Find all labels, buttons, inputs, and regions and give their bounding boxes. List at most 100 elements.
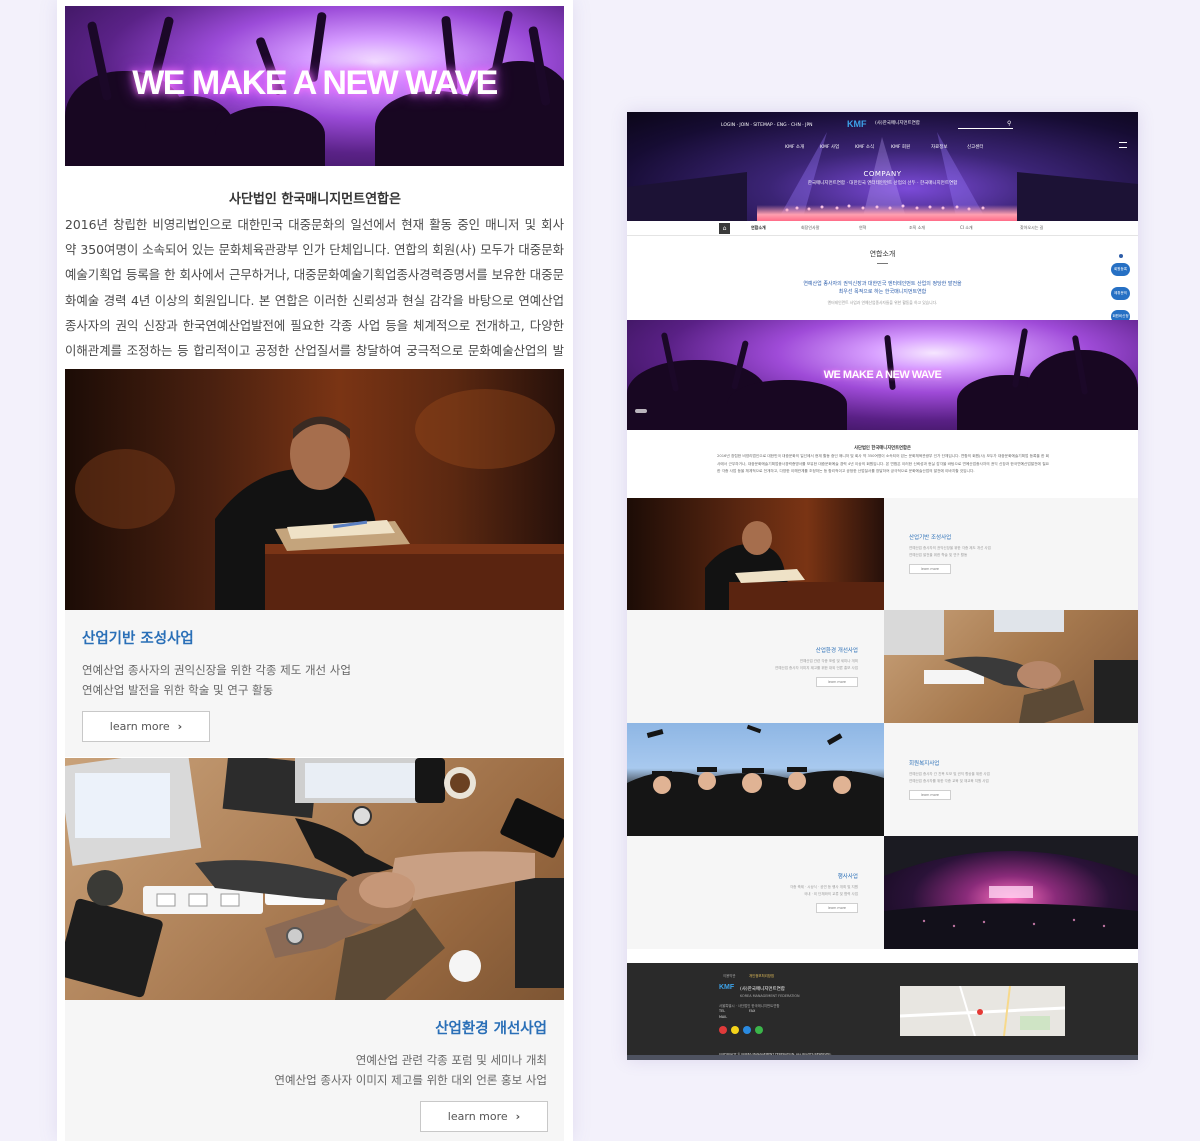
card-line-2: 연예산업 종사자를 위한 각종 교육 및 재교육 지원 사업 — [909, 779, 989, 783]
lecture-photo — [65, 369, 564, 610]
mobile-preview: WE MAKE A NEW WAVE 사단법인 한국매니지먼트연합은 2016년… — [57, 0, 573, 1141]
footer-logo-subtext: KOREA MANAGEMENT FEDERATION — [740, 994, 800, 998]
card-title: 행사사업 — [837, 874, 858, 880]
teamwork-hands-photo — [884, 610, 1138, 723]
slogan-line-1: 연예산업 종사자의 권익신장과 대한민국 엔터테인먼트 산업의 정당한 발전을 — [803, 281, 962, 287]
subnav-location[interactable]: 찾아오시는 길 — [1020, 225, 1043, 231]
learn-more-label: learn more — [109, 720, 170, 733]
subnav-about[interactable]: 연합소개 — [751, 225, 766, 231]
footer-terms-link[interactable]: 이용약관 — [723, 973, 735, 978]
card-line-1: 연예산업 종사자의 권익신장을 위한 각종 제도 개선 사업 — [82, 663, 351, 677]
sub-navigation — [627, 221, 1138, 236]
footer-mail-label: MAIL — [719, 1015, 728, 1019]
learn-more-button[interactable]: learn more — [909, 790, 951, 800]
card-title: 산업환경 개선사업 — [435, 1021, 547, 1037]
subnav-organization[interactable]: 조직 소개 — [909, 225, 925, 231]
card-line-2: 연예산업 발전을 위한 학술 및 연구 활동 — [909, 553, 968, 557]
quick-member-register[interactable]: 회원등록 — [1111, 263, 1130, 276]
footer-fax-label: FAX — [749, 1009, 756, 1013]
gnb-report-center[interactable]: 신고센터 — [967, 144, 984, 150]
section-title: 연합소개 — [869, 250, 896, 258]
visual-title: COMPANY — [863, 170, 902, 178]
search-icon[interactable]: ⚲ — [1007, 120, 1011, 127]
desktop-preview: LOGIN · JOIN · SITEMAP · ENG · CHN · JPN… — [627, 112, 1138, 1060]
learn-more-button[interactable]: learn more — [909, 564, 951, 574]
hero-slogan: WE MAKE A NEW WAVE — [823, 369, 942, 381]
subnav-history[interactable]: 연혁 — [859, 225, 866, 231]
home-icon[interactable]: ⌂ — [719, 223, 730, 234]
gnb-kmf-news[interactable]: KMF 소식 — [855, 144, 874, 150]
stage-light — [757, 205, 1017, 221]
location-map[interactable] — [900, 986, 1065, 1036]
logo-text: (사)한국매니지먼트연합 — [875, 121, 920, 126]
card-line-2: 국내 · 외 단체와의 교류 및 협력 사업 — [804, 892, 858, 896]
business-card-industry-environment: 산업환경 개선사업 연예산업 관련 각종 포럼 및 세미나 개최 연예산업 종사… — [65, 1000, 564, 1141]
business-card-industry-base: 산업기반 조성사업 연예산업 종사자의 권익신장을 위한 각종 제도 개선 사업… — [65, 610, 564, 757]
biz-card-events: 행사사업 각종 축제 · 시상식 · 공연 등 행사 개최 및 지원 국내 · … — [627, 836, 884, 949]
mobile-hero-banner: WE MAKE A NEW WAVE — [65, 6, 564, 166]
quick-menu-dot — [1119, 254, 1123, 258]
org-intro-text: 2016년 창립한 비영리법인으로 대한민국 대중문화의 일선에서 현재 활동 … — [65, 217, 564, 383]
card-line-2: 연예산업 종사자 이미지 제고를 위한 대외 언론 홍보 사업 — [775, 666, 858, 670]
gnb-kmf-business[interactable]: KMF 사업 — [820, 144, 839, 150]
slogan-line-2: 최우선 목적으로 하는 한국매니지먼트연합 — [838, 289, 927, 295]
footer-copyright: COPYRIGHT © KOREA MANAGEMENT FEDERATION.… — [719, 1052, 832, 1056]
card-line-1: 연예산업 관련 각종 포럼 및 세미나 개최 — [355, 1053, 547, 1067]
search-input[interactable] — [958, 122, 1013, 129]
slogan-caption: 엔터테인먼트 사업과 연예산업종사자들을 위한 활동을 하고 있습니다. — [827, 300, 938, 305]
gnb-kmf-intro[interactable]: KMF 소개 — [785, 144, 804, 150]
biz-card-member-welfare: 회원복지사업 연예산업 종사자 간 친목 도모 및 권익 향상을 위한 사업 연… — [884, 723, 1138, 836]
footer-privacy-link[interactable]: 개인정보처리방침 — [749, 973, 774, 978]
section-slogan: 연예산업 종사자의 권익신장과 대한민국 엔터테인먼트 산업의 정당한 발전을 … — [627, 280, 1138, 296]
card-line-2: 연예산업 발전을 위한 학술 및 연구 활동 — [82, 683, 274, 697]
title-divider — [877, 263, 888, 264]
card-line-1: 연예산업 관련 각종 포럼 및 세미나 개최 — [799, 659, 858, 663]
kakao-icon[interactable] — [731, 1026, 739, 1034]
biz-card-industry-base: 산업기반 조성사업 연예산업 종사자의 권익신장을 위한 각종 제도 개선 사업… — [884, 498, 1138, 610]
org-title: 사단법인 한국매니지먼트연합은 — [854, 446, 911, 451]
youtube-icon[interactable] — [719, 1026, 727, 1034]
card-line-2: 연예산업 종사자 이미지 제고를 위한 대외 언론 홍보 사업 — [274, 1073, 547, 1087]
blog-icon[interactable] — [743, 1026, 751, 1034]
learn-more-button[interactable]: learn more — [816, 677, 858, 687]
learn-more-button[interactable]: learn more — [816, 903, 858, 913]
site-logo[interactable]: KMF (사)한국매니지먼트연합 — [847, 119, 920, 129]
learn-more-button[interactable]: learn more › — [420, 1101, 548, 1132]
footer-logo-text: (사)한국매니지먼트연합 — [740, 987, 785, 992]
card-title: 산업환경 개선사업 — [815, 648, 858, 654]
chevron-right-icon: › — [177, 720, 183, 733]
card-title: 회원복지사업 — [909, 761, 940, 767]
footer-address: 서울특별시 · 사단법인 한국매니지먼트연합 — [719, 1004, 780, 1008]
card-line-1: 연예산업 종사자의 권익신장을 위한 각종 제도 개선 사업 — [909, 546, 991, 550]
top-utility-links[interactable]: LOGIN · JOIN · SITEMAP · ENG · CHN · JPN — [721, 123, 813, 128]
desktop-hero-banner: WE MAKE A NEW WAVE — [627, 320, 1138, 430]
teamwork-hands-photo — [65, 758, 564, 1000]
subnav-ci[interactable]: CI 소개 — [960, 225, 973, 231]
hero-slogan: WE MAKE A NEW WAVE — [132, 64, 498, 102]
visual-subtitle: 한국매니지먼트연합 · 대한민국 엔터테인먼트 산업의 선두 · 한국매니지먼트… — [807, 181, 958, 186]
gnb-kmf-members[interactable]: KMF 회원 — [891, 144, 910, 150]
desktop-header-visual: LOGIN · JOIN · SITEMAP · ENG · CHN · JPN… — [627, 112, 1138, 221]
card-line-1: 연예산업 종사자 간 친목 도모 및 권익 향상을 위한 사업 — [909, 772, 990, 776]
org-intro-text: 2016년 창립한 비영리법인으로 대한민국 대중문화의 일선에서 현재 활동 … — [717, 454, 1049, 474]
logo-mark: KMF — [847, 119, 867, 129]
slider-indicator[interactable] — [635, 409, 647, 413]
quick-partnership[interactable]: 제휴문의 — [1111, 287, 1130, 300]
graduation-photo — [627, 723, 884, 836]
hamburger-menu-icon[interactable] — [1119, 142, 1127, 148]
learn-more-label: learn more — [447, 1110, 508, 1123]
org-title: 사단법인 한국매니지먼트연합은 — [229, 192, 401, 207]
gnb-resources[interactable]: 자료정보 — [931, 144, 948, 150]
naver-icon[interactable] — [755, 1026, 763, 1034]
card-title: 산업기반 조성사업 — [909, 535, 952, 541]
chevron-right-icon: › — [515, 1110, 521, 1123]
subnav-greeting[interactable]: 회장인사말 — [801, 225, 819, 231]
footer-logo-mark: KMF — [719, 984, 735, 991]
learn-more-button[interactable]: learn more › — [82, 711, 210, 742]
biz-card-industry-environment: 산업환경 개선사업 연예산업 관련 각종 포럼 및 세미나 개최 연예산업 종사… — [627, 610, 884, 723]
card-line-1: 각종 축제 · 시상식 · 공연 등 행사 개최 및 지원 — [789, 885, 858, 889]
lecture-photo — [627, 498, 884, 610]
footer-copyright-bar — [627, 1055, 1138, 1060]
footer-tel-label: TEL — [719, 1009, 726, 1013]
card-title: 산업기반 조성사업 — [82, 631, 194, 647]
